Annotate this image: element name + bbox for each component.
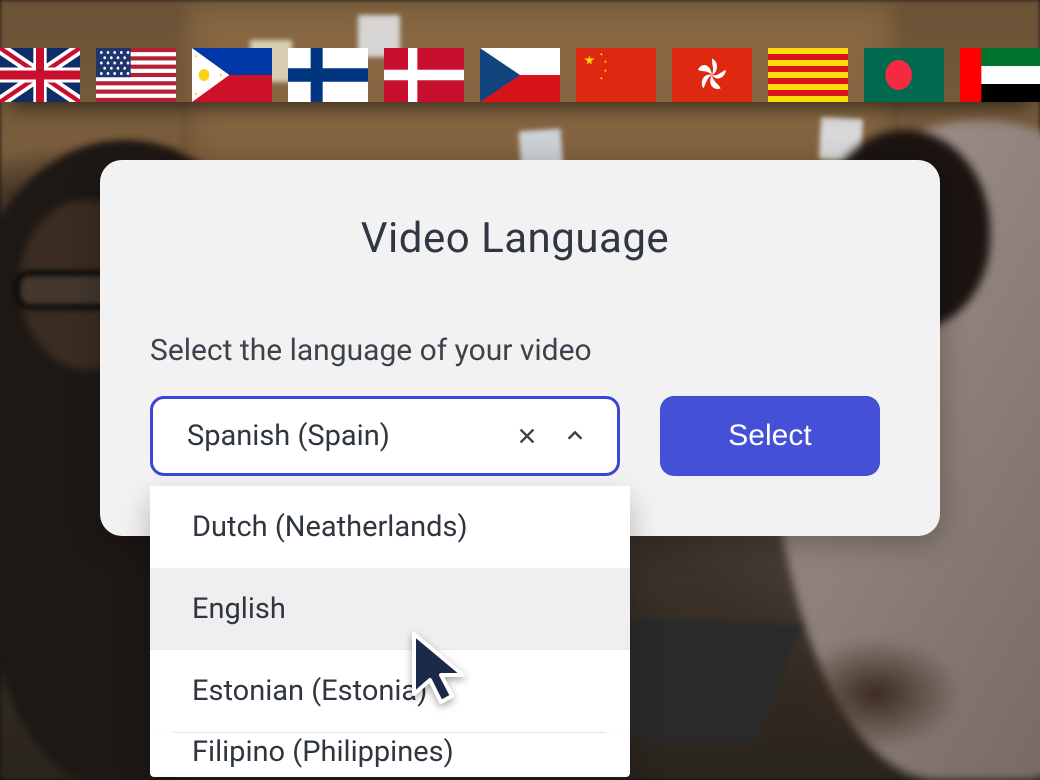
option-label: Dutch (Neatherlands) xyxy=(192,510,468,544)
flag-denmark xyxy=(384,48,464,102)
modal-title: Video Language xyxy=(150,214,880,263)
flag-finland xyxy=(288,48,368,102)
flag-philippines xyxy=(192,48,272,102)
flag-bangladesh xyxy=(864,48,944,102)
option-filipino-philippines[interactable]: Filipino (Philippines) xyxy=(150,733,630,777)
flag-catalonia xyxy=(768,48,848,102)
chevron-up-icon[interactable] xyxy=(557,418,593,454)
option-label: Filipino (Philippines) xyxy=(192,735,454,769)
option-dutch-netherlands[interactable]: Dutch (Neatherlands) xyxy=(150,486,630,568)
option-english[interactable]: English xyxy=(150,568,630,650)
video-language-modal: Video Language Select the language of yo… xyxy=(100,160,940,536)
language-combobox[interactable]: Spanish (Spain) xyxy=(150,396,620,476)
flag-czech-republic xyxy=(480,48,560,102)
flag-united-arab-emirates xyxy=(960,48,1040,102)
combobox-value: Spanish (Spain) xyxy=(187,419,497,453)
flag-united-states xyxy=(96,48,176,102)
flag-china xyxy=(576,48,656,102)
option-estonian-estonia[interactable]: Estonian (Estonia) xyxy=(150,650,630,732)
clear-icon[interactable] xyxy=(509,418,545,454)
select-button[interactable]: Select xyxy=(660,396,880,476)
option-label: Estonian (Estonia) xyxy=(192,674,427,708)
modal-subtitle: Select the language of your video xyxy=(150,333,880,368)
flag-united-kingdom xyxy=(0,48,80,102)
flag-hong-kong xyxy=(672,48,752,102)
flag-row xyxy=(0,48,1040,102)
option-label: English xyxy=(192,592,286,626)
language-listbox[interactable]: Dutch (Neatherlands) English Estonian (E… xyxy=(150,486,630,777)
controls-row: Spanish (Spain) Select xyxy=(150,396,880,476)
